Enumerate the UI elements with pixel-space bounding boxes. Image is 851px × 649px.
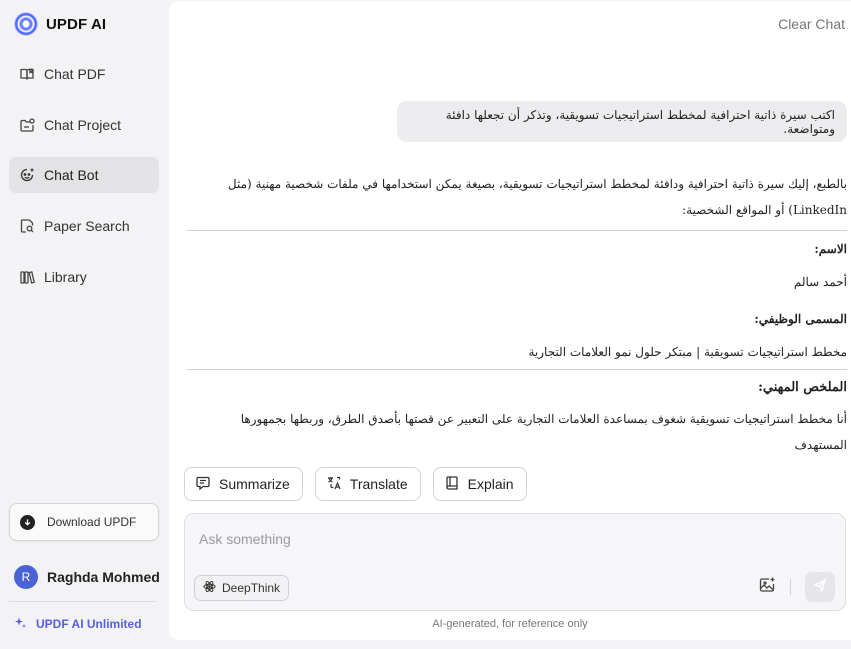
sidebar-item-library[interactable]: Library [9, 259, 159, 295]
sidebar: UPDF AI Chat PDF Chat Project Chat Bot P… [0, 0, 169, 649]
avatar: R [14, 565, 38, 589]
book-open-icon [19, 66, 35, 82]
sidebar-nav: Chat PDF Chat Project Chat Bot Paper Sea… [9, 56, 159, 309]
sidebar-item-label: Chat Bot [44, 167, 99, 184]
clear-chat-button[interactable]: Clear Chat [778, 16, 845, 32]
sidebar-item-paper-search[interactable]: Paper Search [9, 208, 159, 244]
summary-label: الملخص المهني: [758, 380, 847, 395]
book-icon [444, 475, 460, 494]
sidebar-item-chat-pdf[interactable]: Chat PDF [9, 56, 159, 92]
user-name: Raghda Mohmed [47, 569, 160, 585]
summary-body: أنا مخطط استراتيجيات تسويقية شغوف بمساعد… [240, 412, 847, 452]
atom-icon [203, 580, 216, 596]
answer-divider [187, 230, 847, 231]
translate-button[interactable]: Translate [314, 467, 421, 501]
sidebar-divider [9, 601, 156, 602]
job-title-label: المسمى الوظيفي: [754, 312, 847, 326]
download-updf-button[interactable]: Download UPDF [9, 503, 159, 541]
chat-panel: Clear Chat اكتب سيرة ذاتية احترافية لمخط… [169, 1, 851, 640]
document-search-icon [19, 218, 35, 234]
upgrade-unlimited-link[interactable]: UPDF AI Unlimited [14, 615, 142, 633]
message-composer: DeepThink [184, 513, 846, 611]
send-button[interactable] [805, 572, 835, 602]
bot-face-icon [19, 167, 35, 183]
brand[interactable]: UPDF AI [15, 12, 106, 36]
translate-icon [326, 475, 342, 494]
image-upload-button[interactable] [757, 577, 777, 597]
answer-divider [187, 369, 847, 370]
explain-button[interactable]: Explain [432, 467, 527, 501]
summarize-icon [195, 475, 211, 494]
ai-disclaimer: AI-generated, for reference only [432, 618, 588, 630]
send-icon [812, 578, 827, 597]
brand-name: UPDF AI [46, 15, 107, 33]
folder-chat-icon [19, 117, 35, 133]
summarize-label: Summarize [219, 476, 290, 492]
sidebar-item-label: Chat Project [44, 116, 122, 133]
deepthink-toggle[interactable]: DeepThink [194, 575, 290, 601]
answer-intro: بالطبع، إليك سيرة ذاتية احترافية ودافئة … [227, 177, 847, 217]
ai-answer: بالطبع، إليك سيرة ذاتية احترافية ودافئة … [187, 171, 847, 455]
deepthink-label: DeepThink [222, 581, 281, 595]
user-profile[interactable]: R Raghda Mohmed [14, 565, 160, 589]
sidebar-item-chat-project[interactable]: Chat Project [9, 107, 159, 143]
ask-input[interactable] [199, 528, 819, 550]
translate-label: Translate [349, 476, 408, 492]
image-add-icon [758, 576, 776, 599]
job-title-value: مخطط استراتيجيات تسويقية | مبتكر حلول نم… [528, 345, 847, 359]
explain-label: Explain [467, 476, 514, 492]
user-message-text: اكتب سيرة ذاتية احترافية لمخطط استراتيجي… [445, 107, 835, 136]
unlimited-label: UPDF AI Unlimited [36, 617, 142, 631]
composer-separator [790, 579, 791, 595]
sidebar-item-label: Chat PDF [44, 66, 106, 82]
download-label: Download UPDF [47, 515, 137, 529]
updf-logo-icon [15, 13, 37, 35]
quick-actions: Summarize Translate Explain [184, 467, 527, 501]
sidebar-item-chat-bot[interactable]: Chat Bot [9, 157, 159, 194]
sidebar-item-label: Library [44, 268, 87, 285]
download-icon [20, 514, 35, 530]
sparkle-icon [14, 617, 26, 632]
user-message: اكتب سيرة ذاتية احترافية لمخطط استراتيجي… [397, 101, 847, 142]
sidebar-item-label: Paper Search [44, 218, 130, 235]
library-books-icon [19, 269, 35, 285]
summarize-button[interactable]: Summarize [184, 467, 303, 501]
name-value: أحمد سالم [793, 275, 847, 289]
name-label: الاسم: [814, 242, 847, 256]
